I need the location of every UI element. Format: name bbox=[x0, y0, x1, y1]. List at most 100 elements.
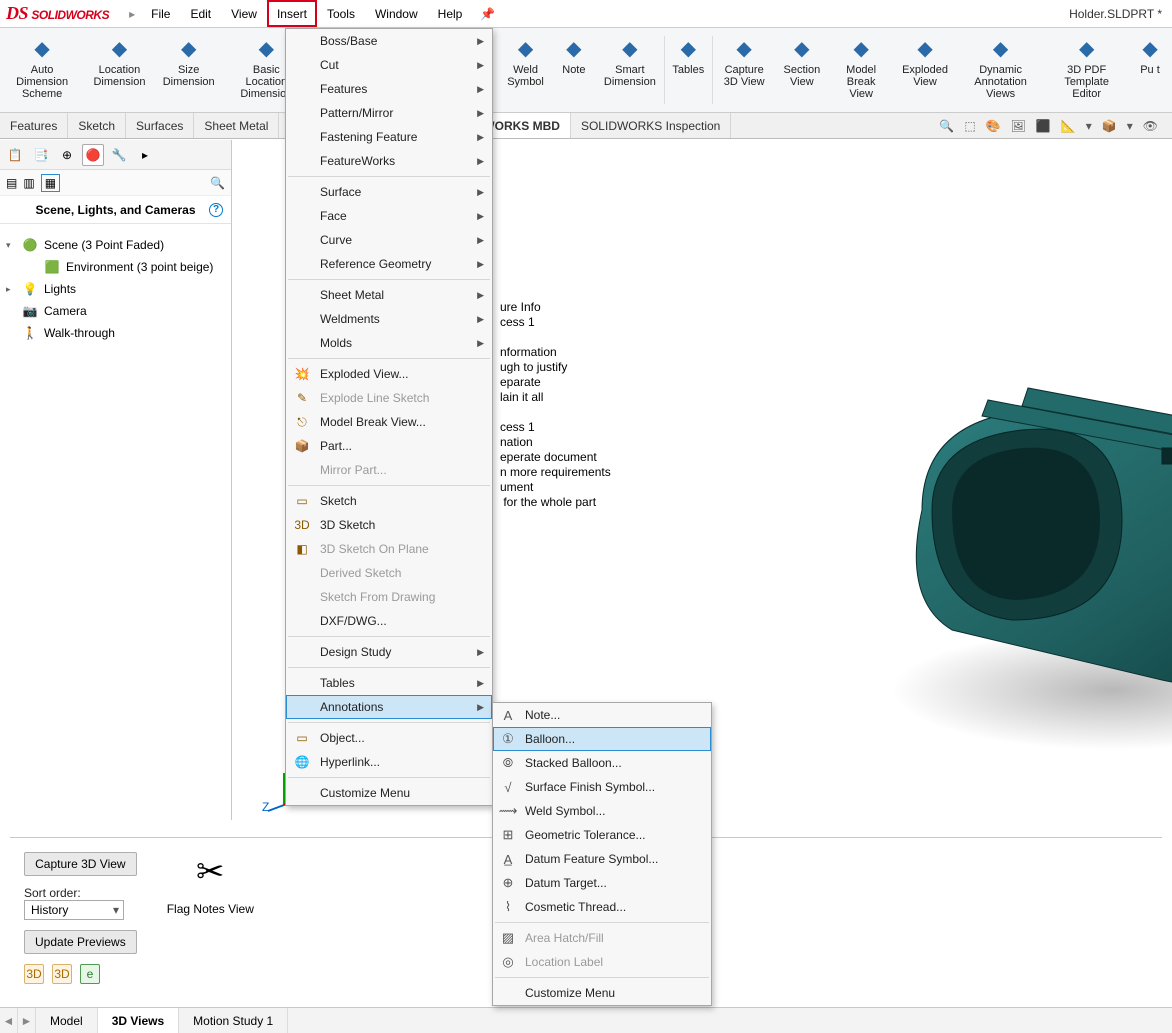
menu-item[interactable]: Reference Geometry▶ bbox=[286, 252, 492, 276]
menu-item[interactable]: Face▶ bbox=[286, 204, 492, 228]
menu-window[interactable]: Window bbox=[365, 0, 428, 27]
ribbon-button[interactable]: ◆3D PDF Template Editor bbox=[1045, 28, 1128, 112]
menu-item[interactable]: Cut▶ bbox=[286, 53, 492, 77]
submenu-item[interactable]: ⦾Stacked Balloon... bbox=[493, 751, 711, 775]
tree-row[interactable]: ▾🟢Scene (3 Point Faded) bbox=[6, 234, 225, 256]
feature-tab[interactable]: Sheet Metal bbox=[194, 113, 279, 138]
view-tool-icon[interactable]: ⬛ bbox=[1036, 119, 1051, 133]
submenu-item[interactable]: A̲Datum Feature Symbol... bbox=[493, 847, 711, 871]
menu-item[interactable]: Customize Menu bbox=[286, 781, 492, 805]
submenu-item[interactable]: ⟿Weld Symbol... bbox=[493, 799, 711, 823]
menu-file[interactable]: File bbox=[141, 0, 180, 27]
ribbon-button[interactable]: ◆Pu t bbox=[1128, 28, 1172, 112]
view-tool-icon[interactable]: 📐 bbox=[1061, 119, 1076, 133]
menu-item[interactable]: 💥Exploded View... bbox=[286, 362, 492, 386]
bottom-tab[interactable]: Motion Study 1 bbox=[179, 1008, 288, 1033]
feature-tab[interactable]: Features bbox=[0, 113, 68, 138]
help-icon[interactable]: ? bbox=[209, 203, 223, 217]
menu-edit[interactable]: Edit bbox=[180, 0, 221, 27]
export-icon[interactable]: 3D bbox=[24, 964, 44, 984]
submenu-item[interactable]: Customize Menu bbox=[493, 981, 711, 1005]
panel-icon[interactable]: ▥ bbox=[23, 176, 34, 190]
bottom-tab[interactable]: Model bbox=[36, 1008, 98, 1033]
ribbon-button[interactable]: ◆Exploded View bbox=[894, 28, 956, 112]
menu-item[interactable]: 3D3D Sketch bbox=[286, 513, 492, 537]
ribbon-button[interactable]: ◆Note bbox=[552, 28, 596, 112]
menu-item[interactable]: Fastening Feature▶ bbox=[286, 125, 492, 149]
pin-icon[interactable]: 📌 bbox=[472, 7, 503, 21]
view-tool-icon[interactable]: 👁 bbox=[1143, 119, 1158, 133]
menu-item[interactable]: 📦Part... bbox=[286, 434, 492, 458]
bottom-tab[interactable]: 3D Views bbox=[98, 1008, 179, 1033]
panel-icon[interactable]: ⊕ bbox=[56, 144, 78, 166]
export-icon[interactable]: 3D bbox=[52, 964, 72, 984]
menu-item[interactable]: Molds▶ bbox=[286, 331, 492, 355]
ribbon-button[interactable]: ◆Dynamic Annotation Views bbox=[956, 28, 1045, 112]
menu-item[interactable]: Boss/Base▶ bbox=[286, 29, 492, 53]
menu-item[interactable]: 🌐Hyperlink... bbox=[286, 750, 492, 774]
ribbon-button[interactable]: ◆Model Break View bbox=[828, 28, 894, 112]
capture-3d-view-button[interactable]: Capture 3D View bbox=[24, 852, 137, 876]
menu-item[interactable]: Pattern/Mirror▶ bbox=[286, 101, 492, 125]
menu-chevron-icon[interactable]: ▸ bbox=[123, 7, 141, 21]
chevron-right-icon[interactable]: ▸ bbox=[134, 144, 156, 166]
ribbon-button[interactable]: ◆Tables bbox=[664, 28, 712, 112]
feature-tab[interactable]: Sketch bbox=[68, 113, 126, 138]
ribbon-button[interactable]: ◆Capture 3D View bbox=[713, 28, 776, 112]
ribbon-button[interactable]: ◆Section View bbox=[776, 28, 829, 112]
update-previews-button[interactable]: Update Previews bbox=[24, 930, 137, 954]
menu-item[interactable]: Features▶ bbox=[286, 77, 492, 101]
submenu-item[interactable]: ANote... bbox=[493, 703, 711, 727]
view-tool-icon[interactable]: ▾ bbox=[1086, 119, 1092, 133]
ribbon-button[interactable]: ◆Size Dimension bbox=[155, 28, 223, 112]
menu-insert[interactable]: Insert bbox=[267, 0, 317, 27]
scroll-left-icon[interactable]: ◄ bbox=[0, 1008, 18, 1033]
sort-order-select[interactable]: History bbox=[24, 900, 124, 920]
menu-item[interactable]: Curve▶ bbox=[286, 228, 492, 252]
view-tool-icon[interactable]: 🔍 bbox=[939, 119, 954, 133]
panel-icon[interactable]: 🔧 bbox=[108, 144, 130, 166]
ribbon-button[interactable]: ◆Smart Dimension bbox=[596, 28, 664, 112]
tree-row[interactable]: 📷Camera bbox=[6, 300, 225, 322]
menu-tools[interactable]: Tools bbox=[317, 0, 365, 27]
view-tool-icon[interactable]: 🖼 bbox=[1011, 119, 1026, 133]
submenu-item[interactable]: ⌇Cosmetic Thread... bbox=[493, 895, 711, 919]
menu-help[interactable]: Help bbox=[428, 0, 473, 27]
panel-icon[interactable]: ▤ bbox=[6, 176, 17, 190]
tree-row[interactable]: ▸💡Lights bbox=[6, 278, 225, 300]
scroll-right-icon[interactable]: ► bbox=[18, 1008, 36, 1033]
view-tool-icon[interactable]: 🎨 bbox=[986, 119, 1001, 133]
ribbon-button[interactable]: ◆Auto Dimension Scheme bbox=[0, 28, 84, 112]
panel-icon[interactable]: 📑 bbox=[30, 144, 52, 166]
menu-item[interactable]: ⎋Model Break View... bbox=[286, 410, 492, 434]
submenu-item[interactable]: ⊞Geometric Tolerance... bbox=[493, 823, 711, 847]
menu-item[interactable]: Surface▶ bbox=[286, 180, 492, 204]
view-tool-icon[interactable]: ⬚ bbox=[964, 119, 975, 133]
submenu-item[interactable]: ①Balloon... bbox=[493, 727, 711, 751]
ribbon-button[interactable]: ◆Weld Symbol bbox=[499, 28, 552, 112]
view-tool-icon[interactable]: ▾ bbox=[1127, 119, 1133, 133]
tree-row[interactable]: 🟩Environment (3 point beige) bbox=[6, 256, 225, 278]
menu-view[interactable]: View bbox=[221, 0, 267, 27]
menu-item[interactable]: Weldments▶ bbox=[286, 307, 492, 331]
menu-item[interactable]: Design Study▶ bbox=[286, 640, 492, 664]
panel-icon[interactable]: 📋 bbox=[4, 144, 26, 166]
menu-item[interactable]: Tables▶ bbox=[286, 671, 492, 695]
submenu-item[interactable]: ⊕Datum Target... bbox=[493, 871, 711, 895]
panel-icon[interactable]: ▦ bbox=[41, 174, 60, 192]
export-icon[interactable]: e bbox=[80, 964, 100, 984]
menu-item[interactable]: ▭Sketch bbox=[286, 489, 492, 513]
feature-tab[interactable]: Surfaces bbox=[126, 113, 194, 138]
menu-item[interactable]: Sheet Metal▶ bbox=[286, 283, 492, 307]
menu-item[interactable]: ▭Object... bbox=[286, 726, 492, 750]
view-tool-icon[interactable]: 📦 bbox=[1102, 119, 1117, 133]
feature-tab[interactable]: SOLIDWORKS Inspection bbox=[571, 113, 731, 138]
ribbon-button[interactable]: ◆Location Dimension bbox=[84, 28, 154, 112]
tree-row[interactable]: 🚶Walk-through bbox=[6, 322, 225, 344]
menu-item[interactable]: FeatureWorks▶ bbox=[286, 149, 492, 173]
search-icon[interactable]: 🔍 bbox=[210, 176, 225, 190]
menu-item[interactable]: Annotations▶ bbox=[286, 695, 492, 719]
menu-item[interactable]: DXF/DWG... bbox=[286, 609, 492, 633]
panel-icon[interactable]: 🔴 bbox=[82, 144, 104, 166]
submenu-item[interactable]: √Surface Finish Symbol... bbox=[493, 775, 711, 799]
